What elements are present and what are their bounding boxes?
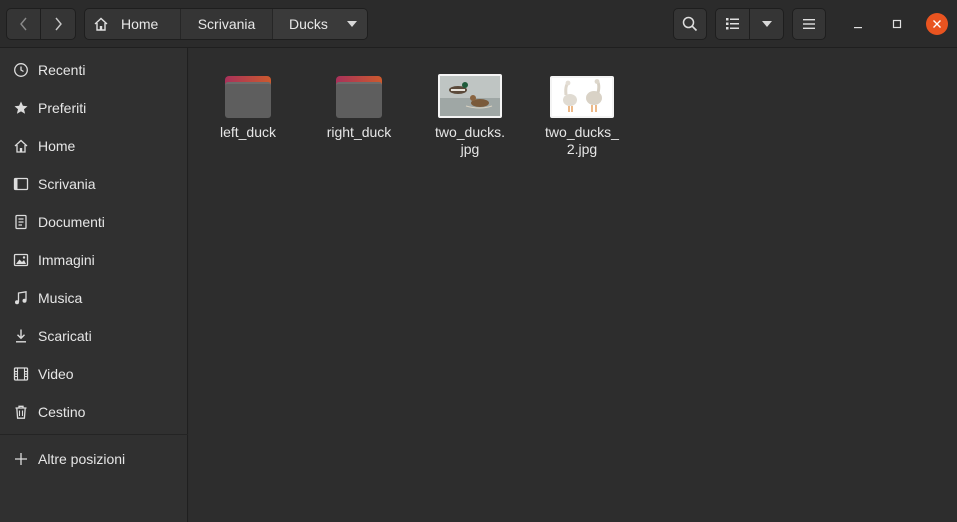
hamburger-menu-icon: [803, 19, 815, 29]
search-icon: [682, 16, 698, 32]
image-icon: [12, 251, 30, 269]
sidebar-item-label: Scaricati: [38, 328, 92, 344]
sidebar-item-recenti[interactable]: Recenti: [0, 51, 188, 89]
chevron-right-icon: [55, 17, 62, 31]
sidebar-item-label: Musica: [38, 290, 83, 306]
sidebar-item-label: Preferiti: [38, 100, 87, 116]
file-name: two_ducks_ 2.jpg: [545, 124, 619, 157]
sidebar-item-label: Home: [38, 138, 76, 154]
breadcrumb-scrivania[interactable]: Scrivania: [181, 9, 273, 39]
header-bar: Home Scrivania Ducks: [0, 0, 957, 48]
forward-button[interactable]: [41, 8, 76, 40]
sidebar-item-video[interactable]: Video: [0, 355, 188, 393]
desktop-icon: [12, 175, 30, 193]
maximize-button[interactable]: [886, 13, 908, 35]
sidebar-item-scrivania[interactable]: Scrivania: [0, 165, 188, 203]
image-item-two-ducks[interactable]: two_ducks. jpg: [420, 70, 520, 158]
sidebar-item-label: Altre posizioni: [38, 451, 126, 467]
navigation-buttons: [6, 8, 76, 40]
sidebar-item-label: Cestino: [38, 404, 86, 420]
clock-icon: [12, 61, 30, 79]
file-view: left_duck right_duck two_ducks. jpg two_…: [189, 48, 957, 522]
file-name: left_duck: [219, 124, 277, 140]
view-options: [715, 8, 784, 40]
music-icon: [12, 289, 30, 307]
close-icon: [933, 20, 941, 28]
sidebar-item-musica[interactable]: Musica: [0, 279, 188, 317]
view-toggle-button[interactable]: [715, 8, 750, 40]
home-icon: [94, 17, 108, 31]
image-thumbnail: [438, 70, 502, 118]
sidebar-item-label: Video: [38, 366, 74, 382]
sidebar-item-immagini[interactable]: Immagini: [0, 241, 188, 279]
sidebar-item-other-locations[interactable]: Altre posizioni: [0, 440, 188, 478]
main-menu-button[interactable]: [792, 8, 826, 40]
sidebar: Recenti Preferiti Home Scrivania Documen…: [0, 48, 188, 522]
breadcrumb-home-label: Home: [121, 16, 159, 32]
sidebar-item-documenti[interactable]: Documenti: [0, 203, 188, 241]
folder-item-right-duck[interactable]: right_duck: [309, 70, 409, 141]
sidebar-item-scaricati[interactable]: Scaricati: [0, 317, 188, 355]
sidebar-item-label: Documenti: [38, 214, 105, 230]
close-button[interactable]: [926, 13, 948, 35]
breadcrumb-scrivania-label: Scrivania: [197, 16, 256, 32]
folder-icon: [336, 70, 382, 118]
file-name: right_duck: [326, 124, 392, 140]
back-button[interactable]: [6, 8, 41, 40]
breadcrumb: Home Scrivania Ducks: [84, 8, 368, 40]
sidebar-item-preferiti[interactable]: Preferiti: [0, 89, 188, 127]
view-options-dropdown[interactable]: [750, 8, 784, 40]
minimize-icon: [854, 27, 862, 29]
sidebar-item-cestino[interactable]: Cestino: [0, 393, 188, 431]
chevron-left-icon: [19, 17, 27, 31]
chevron-down-icon: [761, 21, 772, 27]
folder-icon: [225, 70, 271, 118]
sidebar-item-label: Immagini: [38, 252, 95, 268]
breadcrumb-ducks[interactable]: Ducks: [273, 9, 367, 39]
star-icon: [12, 99, 30, 117]
folder-item-left-duck[interactable]: left_duck: [198, 70, 298, 141]
video-icon: [12, 365, 30, 383]
sidebar-divider: [0, 434, 188, 435]
list-view-icon: [725, 18, 739, 30]
document-icon: [12, 213, 30, 231]
sidebar-item-label: Recenti: [38, 62, 86, 78]
home-icon: [12, 137, 30, 155]
sidebar-item-home[interactable]: Home: [0, 127, 188, 165]
plus-icon: [12, 450, 30, 468]
sidebar-item-label: Scrivania: [38, 176, 96, 192]
file-name: two_ducks. jpg: [434, 124, 506, 157]
image-thumbnail: [550, 70, 614, 118]
breadcrumb-ducks-label: Ducks: [289, 16, 328, 32]
breadcrumb-home[interactable]: Home: [85, 9, 181, 39]
chevron-down-icon: [347, 21, 357, 27]
minimize-button[interactable]: [847, 13, 869, 35]
maximize-icon: [892, 19, 902, 29]
trash-icon: [12, 403, 30, 421]
download-icon: [12, 327, 30, 345]
image-item-two-ducks-2[interactable]: two_ducks_ 2.jpg: [532, 70, 632, 158]
search-button[interactable]: [673, 8, 707, 40]
